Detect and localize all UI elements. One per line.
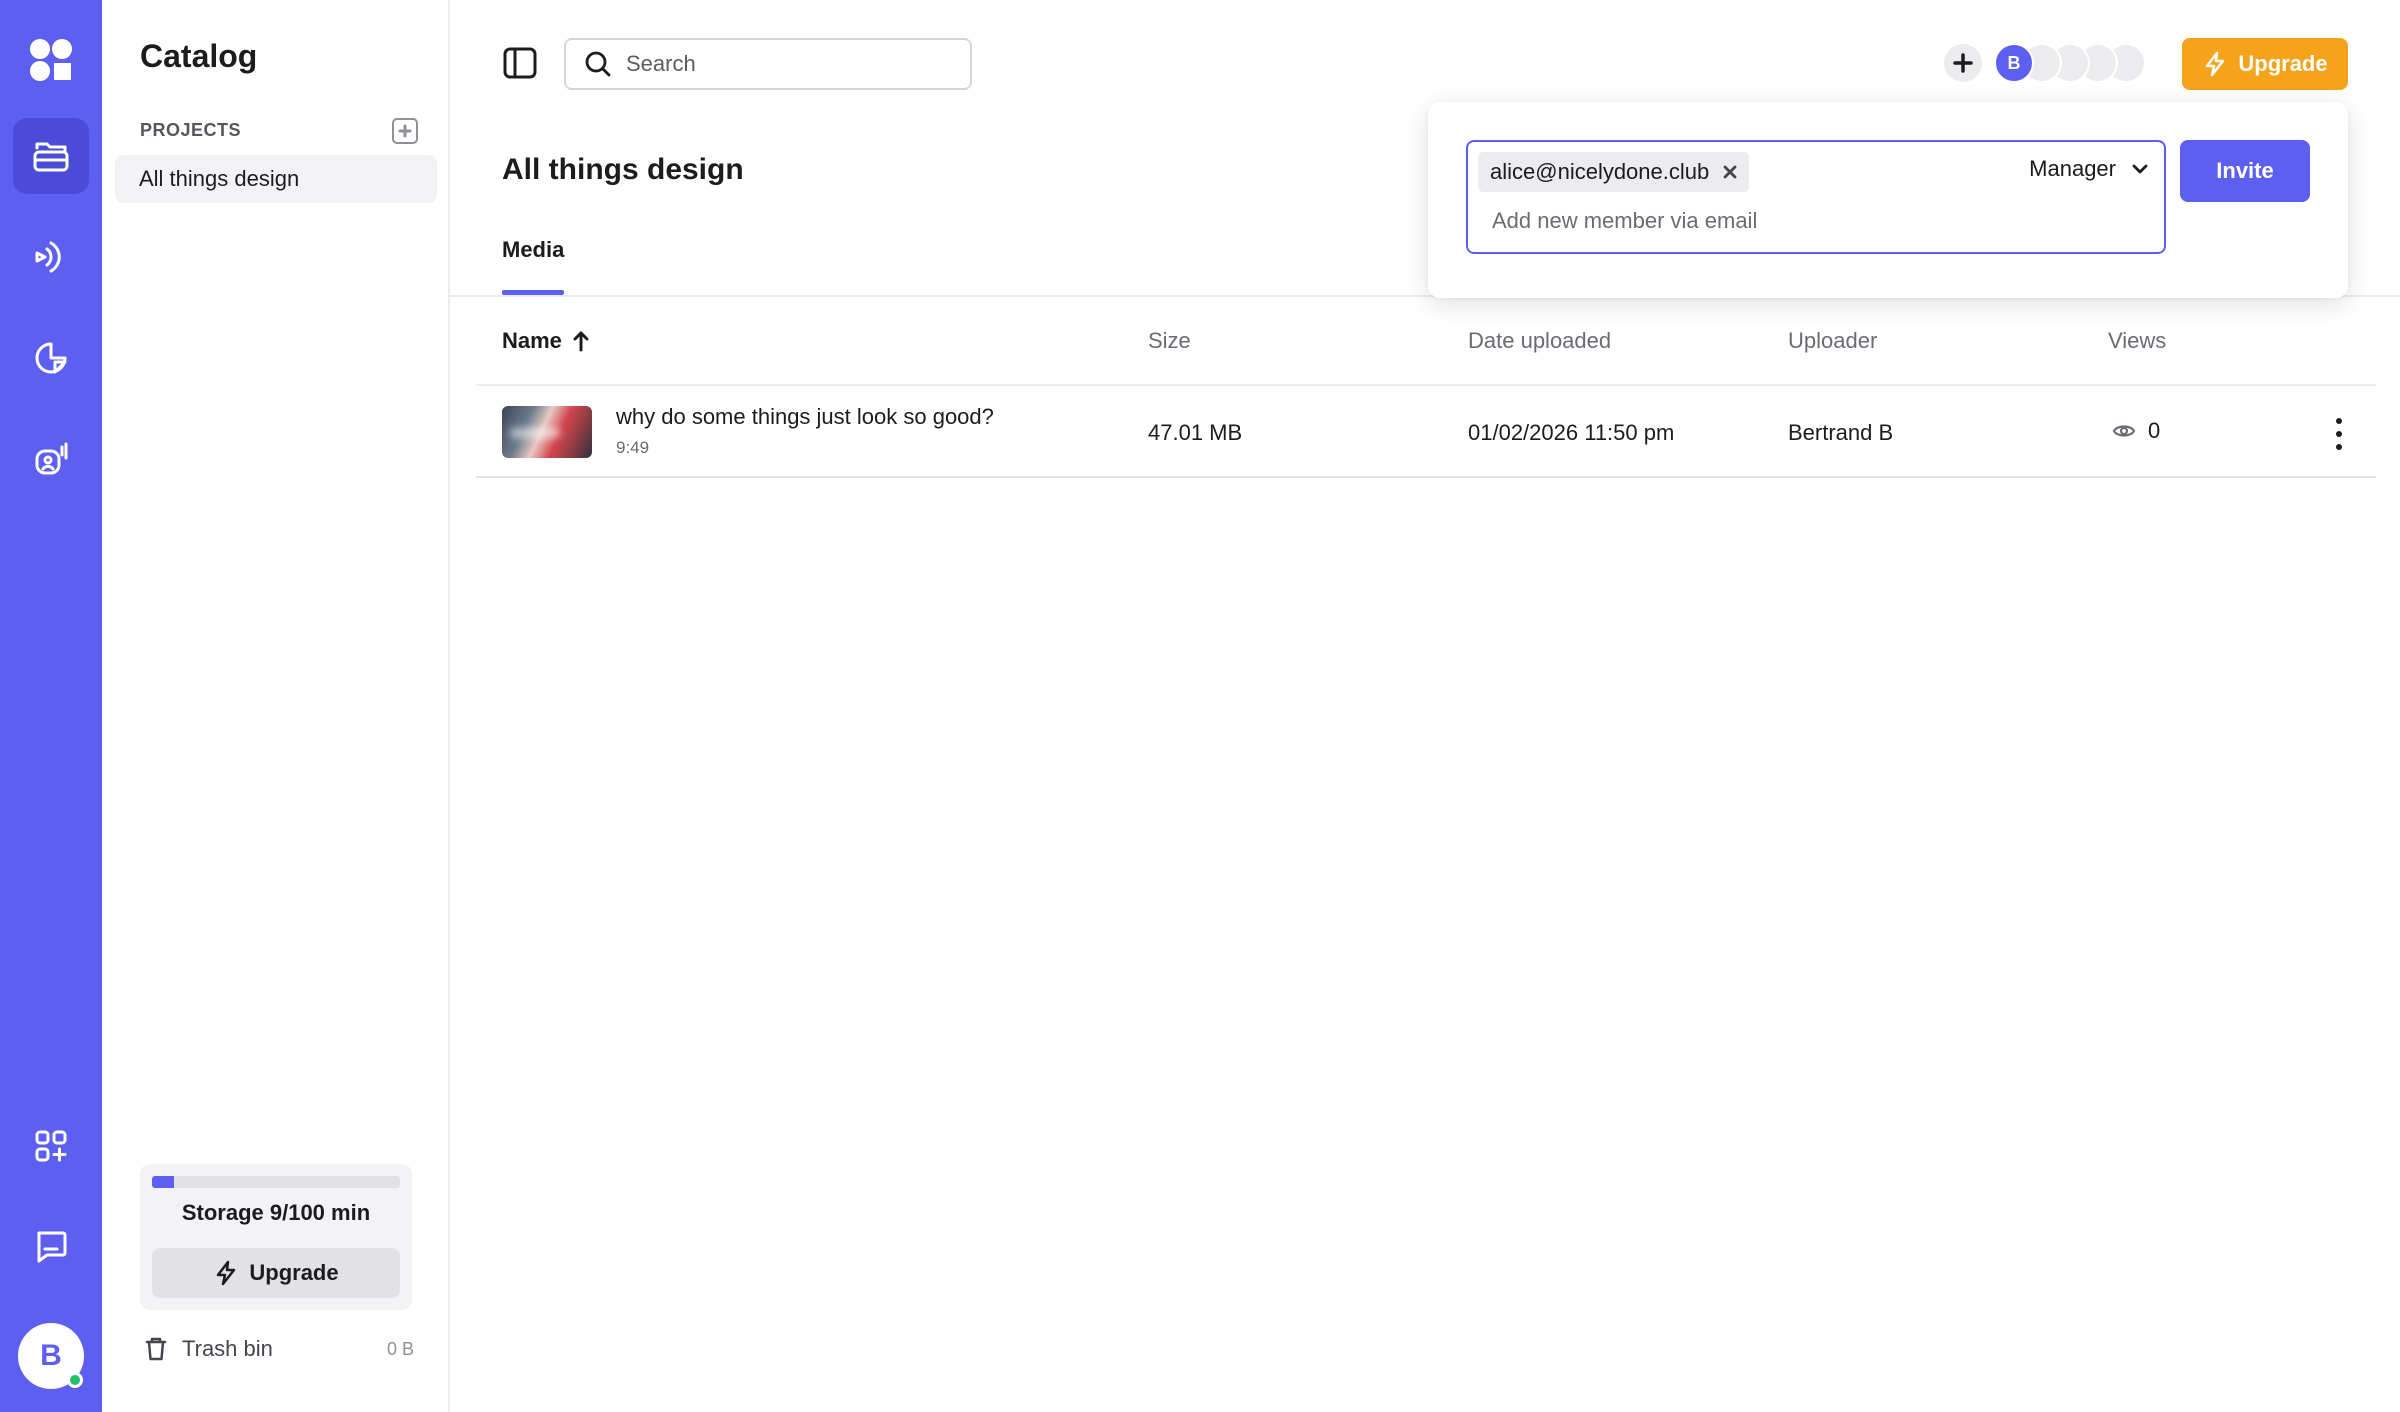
more-vertical-icon (2336, 418, 2342, 424)
apps-icon[interactable] (13, 1108, 89, 1184)
logo-icon[interactable] (13, 22, 89, 98)
role-select[interactable]: Manager (2029, 156, 2150, 182)
invite-email-field[interactable]: alice@nicelydone.club Manager (1466, 140, 2166, 254)
invite-member-popover: alice@nicelydone.club Manager Invite (1428, 102, 2348, 298)
chart-icon[interactable] (13, 320, 89, 396)
user-avatar[interactable]: B (18, 1323, 84, 1389)
add-project-button[interactable] (392, 118, 418, 144)
sidebar-item-all-things-design[interactable]: All things design (115, 155, 437, 203)
search-box[interactable] (564, 38, 972, 90)
media-duration: 9:49 (616, 438, 650, 457)
storage-upgrade-label: Upgrade (249, 1260, 339, 1285)
upgrade-label: Upgrade (2238, 51, 2328, 76)
row-more-options-button[interactable] (2324, 416, 2354, 452)
avatar-initial: B (40, 1339, 62, 1372)
trash-icon (145, 1337, 167, 1361)
search-icon (585, 51, 611, 77)
sidebar-title: Catalog (140, 38, 258, 74)
app-rail: B (0, 0, 102, 1412)
member-avatar: B (1994, 43, 2034, 83)
plus-icon (1953, 53, 1973, 73)
invite-email-input[interactable] (1492, 208, 1992, 234)
ai-voice-icon[interactable] (13, 421, 89, 497)
trash-bin-link[interactable]: Trash bin 0 B (142, 1334, 414, 1364)
search-input[interactable] (626, 51, 946, 77)
sidebar-item-label: All things design (139, 166, 300, 191)
add-button[interactable] (1944, 44, 1982, 82)
sidebar-panel-icon (503, 47, 537, 79)
storage-card: Storage 9/100 min Upgrade (140, 1164, 412, 1310)
tab-media[interactable]: Media (502, 237, 564, 263)
chevron-down-icon (2132, 164, 2148, 174)
email-chip: alice@nicelydone.club (1478, 152, 1750, 192)
chat-icon[interactable] (13, 1209, 89, 1285)
trash-bin-label: Trash bin (182, 1336, 273, 1361)
lightning-icon (217, 1260, 236, 1286)
plus-icon (398, 124, 412, 138)
column-header-date-uploaded[interactable]: Date uploaded (1468, 328, 1611, 354)
media-views: 0 (2112, 418, 2160, 444)
column-header-label: Name (502, 328, 562, 353)
video-thumbnail[interactable] (502, 406, 592, 458)
upgrade-button[interactable]: Upgrade (2182, 38, 2348, 90)
folder-icon[interactable] (13, 118, 89, 194)
eye-icon (2112, 425, 2136, 437)
media-date-uploaded: 01/02/2026 11:50 pm (1468, 420, 1675, 445)
media-uploader: Bertrand B (1788, 420, 1894, 445)
storage-text: Storage 9/100 min (181, 1200, 371, 1225)
views-count: 0 (2148, 418, 2161, 443)
trash-bin-size: 0 B (386, 1338, 414, 1359)
close-icon[interactable] (1723, 165, 1737, 179)
page-title: All things design (502, 153, 744, 186)
storage-upgrade-button[interactable]: Upgrade (152, 1248, 400, 1298)
column-header-uploader[interactable]: Uploader (1788, 328, 1877, 354)
broadcast-icon[interactable] (13, 219, 89, 295)
media-table-header: Name Size Date uploaded Uploader Views (476, 296, 2376, 386)
column-header-views[interactable]: Views (2108, 328, 2166, 354)
project-sidebar: Catalog PROJECTS All things design Stora… (102, 0, 450, 1412)
projects-section-label: PROJECTS (140, 120, 242, 140)
role-select-value: Manager (2029, 156, 2116, 181)
toggle-sidebar-button[interactable] (502, 46, 538, 80)
column-header-name[interactable]: Name (502, 328, 590, 354)
media-size: 47.01 MB (1148, 420, 1243, 445)
lightning-icon (2206, 51, 2225, 77)
online-status-dot (67, 1372, 83, 1388)
table-row[interactable]: why do some things just look so good? 9:… (476, 388, 2376, 478)
storage-progress-bar (152, 1176, 400, 1188)
media-title[interactable]: why do some things just look so good? (616, 404, 994, 430)
column-header-size[interactable]: Size (1148, 328, 1191, 354)
invite-button[interactable]: Invite (2180, 140, 2310, 202)
sort-ascending-icon (573, 331, 589, 352)
storage-progress-fill (152, 1176, 175, 1188)
email-chip-label: alice@nicelydone.club (1490, 159, 1710, 184)
